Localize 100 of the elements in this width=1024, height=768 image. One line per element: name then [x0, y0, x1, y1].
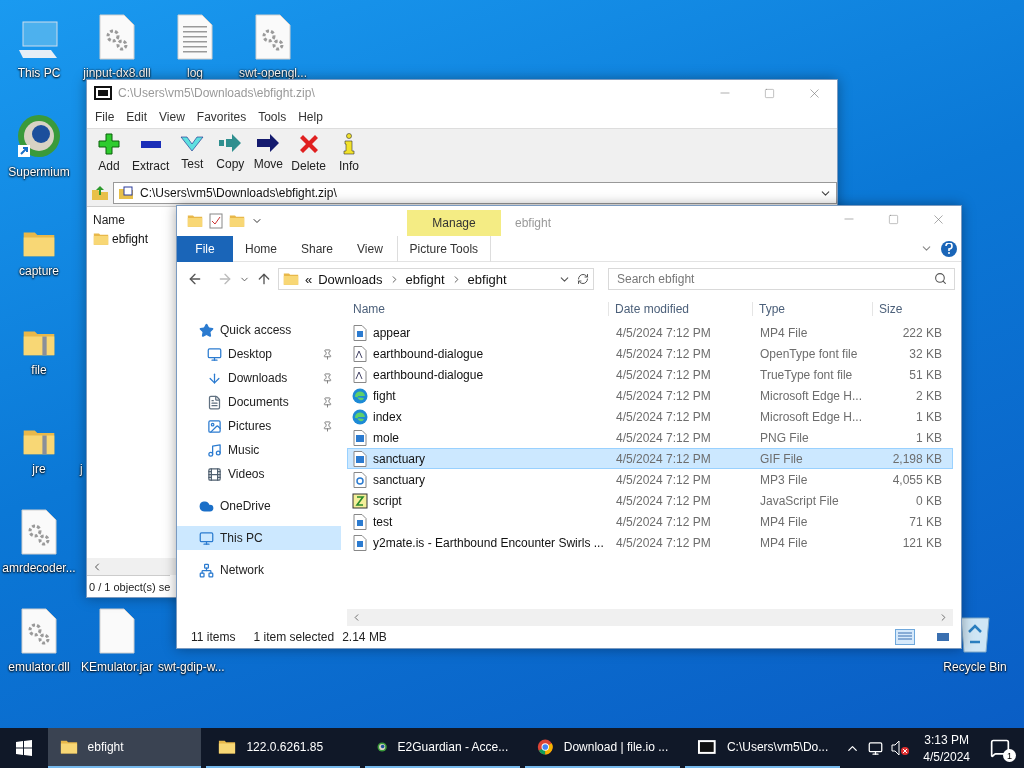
column-header[interactable]: Name — [87, 207, 176, 231]
desktop-icon-label[interactable]: file — [31, 363, 47, 377]
address-bar[interactable]: « Downloads ebfight ebfight — [278, 268, 594, 290]
file-row[interactable]: y2mate.is - Earthbound Encounter Swirls ... 4/5/2024 7:12 PM MP4 File 121 KB — [347, 532, 953, 553]
file-icon — [99, 608, 135, 654]
forward-button[interactable] — [217, 271, 233, 287]
gear-file-icon — [21, 608, 57, 654]
file-row[interactable]: test 4/5/2024 7:12 PM MP4 File 71 KB — [347, 511, 953, 532]
video-file-icon — [352, 513, 368, 530]
toolbar-button[interactable]: Test — [174, 131, 211, 178]
computer-icon — [17, 20, 61, 60]
ribbon-tab[interactable]: Home — [233, 235, 289, 262]
clock[interactable]: 3:13 PM 4/5/2024 — [917, 732, 976, 764]
navigation-item[interactable]: This PC — [177, 526, 341, 550]
windows-logo-icon — [15, 740, 32, 756]
taskbar-item[interactable]: 122.0.6261.85 — [206, 728, 361, 768]
toolbar-button[interactable]: Move — [250, 131, 287, 178]
up-button[interactable] — [256, 271, 272, 287]
image-file-icon — [352, 450, 368, 467]
desktop-icon-label[interactable]: Recycle Bin — [943, 660, 1007, 674]
cloud-icon — [199, 498, 214, 514]
list-item[interactable]: ebfight — [87, 231, 176, 247]
menu-item[interactable]: Help — [292, 110, 329, 124]
desktop-icon-label[interactable]: jre — [32, 462, 46, 476]
navigation-item[interactable]: Pictures — [177, 414, 341, 438]
notification-count: 1 — [1003, 749, 1016, 762]
desktop-icon-label[interactable]: amrdecoder... — [2, 561, 76, 575]
menu-item[interactable]: Edit — [120, 110, 154, 124]
navigation-item[interactable]: OneDrive — [177, 494, 341, 518]
refresh-icon[interactable] — [577, 273, 589, 285]
desktop-icon-label[interactable]: capture — [19, 264, 59, 278]
taskbar-item[interactable]: ebfight — [47, 728, 202, 768]
file-row[interactable]: index 4/5/2024 7:12 PM Microsoft Edge H... 1 KB — [347, 406, 953, 427]
taskbar-item[interactable]: E2Guardian - Acce... — [365, 728, 521, 768]
script-file-icon — [352, 492, 368, 509]
path-overflow[interactable]: « — [305, 271, 313, 287]
archive-icon — [118, 186, 134, 200]
notifications-icon — [990, 738, 1010, 758]
desktop-icon-label[interactable]: j — [80, 462, 83, 476]
menu-item[interactable]: Favorites — [190, 110, 253, 124]
selection-info: 1 item selected — [253, 630, 335, 644]
menu-item[interactable]: Tools — [252, 110, 293, 124]
search-field[interactable]: Search ebfight — [608, 268, 955, 290]
toolbar-button[interactable]: Info — [331, 131, 368, 178]
desktop-icon-label[interactable]: emulator.dll — [8, 660, 70, 674]
file-row[interactable]: appear 4/5/2024 7:12 PM MP4 File 222 KB — [347, 322, 953, 343]
ribbon-tab[interactable]: Picture Tools — [396, 235, 491, 262]
navigation-item[interactable]: Quick access — [177, 318, 341, 342]
file-row[interactable]: script 4/5/2024 7:12 PM JavaScript File 0 KB — [347, 490, 953, 511]
file-row[interactable]: earthbound-dialogue 4/5/2024 7:12 PM TrueType font file 51 KB — [347, 364, 953, 385]
ribbon-tab[interactable]: File — [177, 235, 233, 262]
toolbar-button[interactable]: Delete — [288, 131, 330, 178]
item-count: 11 items — [191, 630, 236, 644]
toolbar-button[interactable]: Add — [91, 131, 127, 178]
column-header[interactable]: Name — [347, 302, 609, 316]
navigation-item[interactable]: Music — [177, 438, 341, 462]
menu-item[interactable]: View — [153, 110, 191, 124]
navigation-item[interactable]: Network — [177, 558, 341, 582]
back-button[interactable] — [187, 271, 203, 287]
column-header[interactable]: Type — [753, 302, 873, 316]
ribbon-tab[interactable]: View — [345, 235, 395, 262]
taskbar-item[interactable]: Download | file.io ... — [525, 728, 681, 768]
file-row[interactable]: mole 4/5/2024 7:12 PM PNG File 1 KB — [347, 427, 953, 448]
horizontal-scrollbar[interactable] — [87, 558, 176, 575]
volume-muted-icon[interactable] — [891, 740, 910, 756]
computer-icon — [199, 530, 214, 546]
search-icon — [934, 272, 947, 285]
ribbon-tab[interactable]: Share — [289, 235, 346, 262]
file-row[interactable]: sanctuary 4/5/2024 7:12 PM GIF File 2,198 KB — [347, 448, 953, 469]
toolbar-button[interactable]: Copy — [212, 131, 249, 178]
breadcrumb-item[interactable]: ebfight — [405, 271, 445, 287]
file-row[interactable]: fight 4/5/2024 7:12 PM Microsoft Edge H... 2 KB — [347, 385, 953, 406]
file-row[interactable]: sanctuary 4/5/2024 7:12 PM MP3 File 4,055 KB — [347, 469, 953, 490]
gear-file-icon — [255, 14, 291, 60]
navigation-item[interactable]: Documents — [177, 390, 341, 414]
horizontal-scrollbar[interactable] — [347, 609, 953, 626]
breadcrumb-item[interactable]: Downloads — [318, 271, 383, 287]
folder-icon — [59, 739, 78, 755]
selection-size: 2.14 MB — [342, 630, 387, 644]
address-field[interactable]: C:\Users\vm5\Downloads\ebfight.zip\ — [113, 182, 837, 204]
video-file-icon — [352, 324, 368, 341]
details-view-button[interactable] — [895, 629, 915, 645]
maximize-icon — [888, 213, 899, 225]
help-icon[interactable] — [941, 240, 957, 257]
taskbar-item[interactable]: C:\Users\vm5\Do... — [685, 728, 841, 768]
breadcrumb-item[interactable]: ebfight — [467, 271, 507, 287]
column-header[interactable]: Size — [873, 302, 945, 316]
network-icon[interactable] — [868, 740, 884, 756]
toolbar-button[interactable]: Extract — [129, 131, 173, 178]
navigation-item[interactable]: Desktop — [177, 342, 341, 366]
navigation-item[interactable]: Downloads — [177, 366, 341, 390]
zip-folder-icon — [22, 427, 56, 456]
desktop-icon-label[interactable]: KEmulator.jar — [81, 660, 153, 674]
column-header[interactable]: Date modified — [609, 302, 753, 316]
window-title: C:\Users\vm5\Downloads\ebfight.zip\ — [118, 86, 315, 100]
menu-item[interactable]: File — [89, 110, 121, 124]
file-row[interactable]: earthbound-dialogue 4/5/2024 7:12 PM OpenType font file 32 KB — [347, 343, 953, 364]
desktop-icon-label[interactable]: swt-gdip-w... — [158, 660, 225, 674]
navigation-item[interactable]: Videos — [177, 462, 341, 486]
maximize-icon — [764, 87, 775, 99]
